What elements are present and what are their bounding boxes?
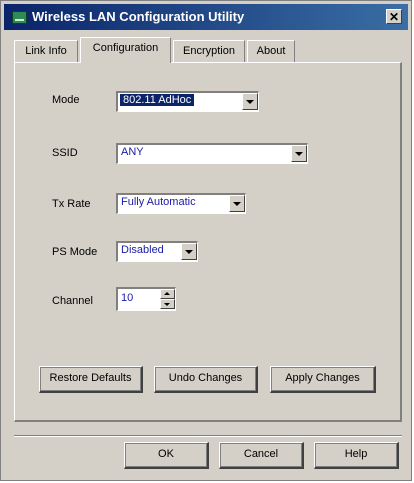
dropdown-arrow-icon[interactable]: [229, 195, 245, 212]
apply-changes-button[interactable]: Apply Changes: [270, 366, 376, 393]
mode-value: 802.11 AdHoc: [120, 94, 195, 106]
channel-spin-buttons: [160, 289, 175, 310]
undo-changes-button[interactable]: Undo Changes: [154, 366, 258, 393]
ps-mode-label: PS Mode: [52, 246, 98, 258]
channel-label: Channel: [52, 295, 93, 307]
app-window: Wireless LAN Configuration Utility ✕ Lin…: [0, 0, 412, 481]
tx-rate-select[interactable]: Fully Automatic: [116, 193, 246, 214]
cancel-button[interactable]: Cancel: [219, 442, 304, 469]
help-button[interactable]: Help: [314, 442, 399, 469]
tab-encryption[interactable]: Encryption: [173, 40, 245, 62]
channel-stepper[interactable]: 10: [116, 287, 176, 311]
channel-value: 10: [121, 292, 134, 304]
app-icon: [12, 11, 27, 24]
title-bar[interactable]: Wireless LAN Configuration Utility ✕: [4, 4, 408, 30]
dropdown-arrow-icon[interactable]: [291, 145, 307, 162]
restore-defaults-button[interactable]: Restore Defaults: [39, 366, 143, 393]
tab-configuration[interactable]: Configuration: [80, 37, 171, 63]
dropdown-arrow-icon[interactable]: [181, 243, 197, 260]
mode-select[interactable]: 802.11 AdHoc: [116, 91, 259, 112]
spin-down-icon[interactable]: [160, 299, 175, 309]
dropdown-arrow-icon[interactable]: [242, 93, 258, 110]
close-button[interactable]: ✕: [386, 9, 402, 24]
ssid-select[interactable]: ANY: [116, 143, 308, 164]
spin-up-icon[interactable]: [160, 289, 175, 299]
ps-mode-select[interactable]: Disabled: [116, 241, 198, 262]
configuration-panel: Mode 802.11 AdHoc SSID ANY Tx Rate Fully…: [14, 62, 402, 422]
tab-about[interactable]: About: [247, 40, 295, 62]
mode-label: Mode: [52, 94, 80, 106]
tx-rate-value: Fully Automatic: [121, 196, 196, 208]
separator: [14, 435, 402, 437]
window-title: Wireless LAN Configuration Utility: [32, 9, 245, 24]
ps-mode-value: Disabled: [121, 244, 164, 256]
ssid-label: SSID: [52, 147, 78, 159]
ok-button[interactable]: OK: [124, 442, 209, 469]
tx-rate-label: Tx Rate: [52, 198, 91, 210]
ssid-value: ANY: [121, 146, 144, 158]
tab-link-info[interactable]: Link Info: [14, 40, 78, 62]
